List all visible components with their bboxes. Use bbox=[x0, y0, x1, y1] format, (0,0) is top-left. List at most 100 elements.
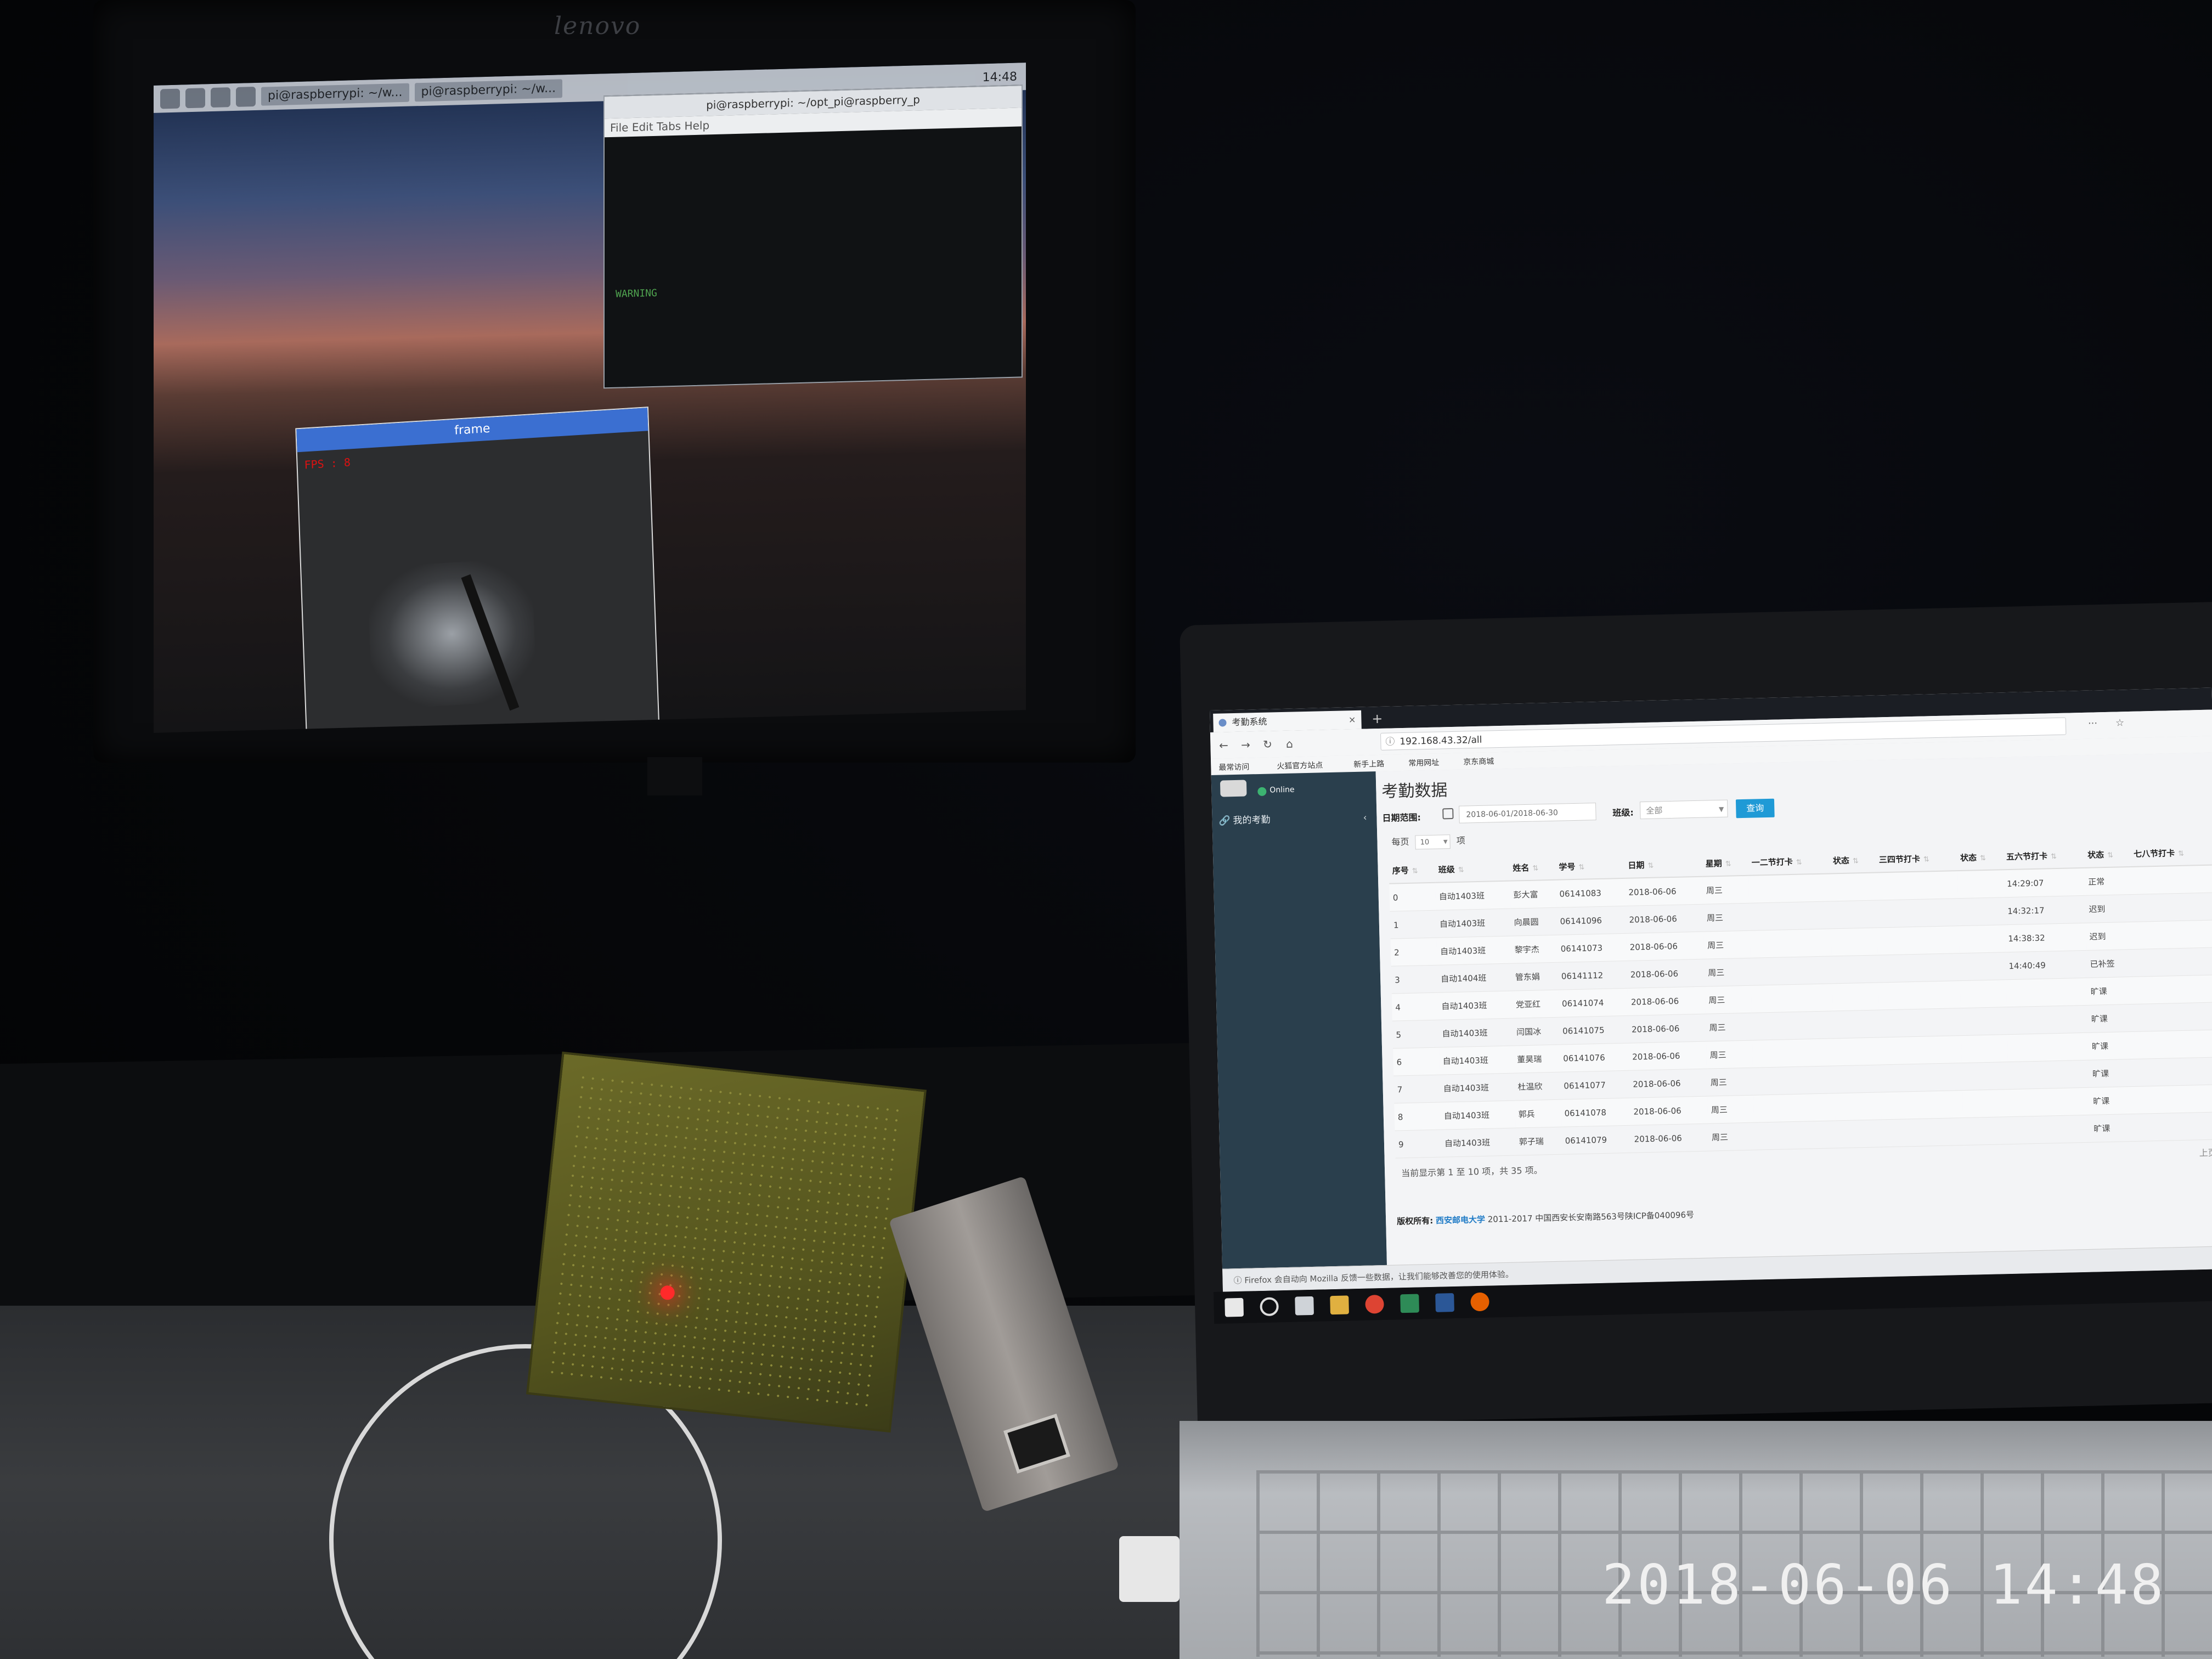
col-header[interactable]: 序号 ⇅ bbox=[1389, 856, 1436, 884]
date-range-input[interactable]: 2018-06-01/2018-06-30 bbox=[1459, 803, 1596, 823]
windows-start-icon[interactable] bbox=[1224, 1297, 1244, 1317]
bookmark-star-icon[interactable]: ☆ bbox=[2115, 717, 2125, 729]
forward-icon[interactable]: → bbox=[1238, 737, 1254, 753]
bookmark-item[interactable]: 京东商城 bbox=[1463, 755, 1494, 767]
pycharm-icon[interactable] bbox=[1400, 1294, 1419, 1313]
word-icon[interactable] bbox=[1435, 1293, 1454, 1312]
bookmark-item[interactable]: 最常访问 bbox=[1218, 761, 1249, 772]
browser-icon[interactable] bbox=[185, 88, 205, 109]
pi-task-1[interactable]: pi@raspberrypi: ~/w... bbox=[261, 83, 409, 106]
table-cell: 旷课 bbox=[2087, 977, 2134, 1006]
table-cell: 旷课 bbox=[2089, 1086, 2136, 1115]
bookmark-item[interactable]: 常用网址 bbox=[1408, 757, 1439, 769]
info-icon[interactable]: ⓘ bbox=[1385, 733, 1395, 751]
footer-school-link[interactable]: 西安邮电大学 bbox=[1436, 1215, 1485, 1226]
table-cell bbox=[1748, 873, 1831, 904]
table-cell bbox=[1831, 927, 1878, 956]
chevron-left-icon[interactable]: ‹ bbox=[1363, 809, 1367, 827]
tab-close-icon[interactable]: × bbox=[1348, 710, 1356, 729]
left-monitor: lenovo pi@raspberrypi: ~/w... pi@raspber… bbox=[93, 0, 1136, 763]
folder-icon[interactable] bbox=[211, 87, 230, 108]
file-explorer-icon[interactable] bbox=[1330, 1295, 1349, 1315]
reload-icon[interactable]: ↻ bbox=[1260, 736, 1276, 752]
new-tab-button[interactable]: + bbox=[1369, 710, 1386, 729]
prev-page-button[interactable]: 上页 bbox=[2199, 1146, 2212, 1159]
table-cell: 2018-06-06 bbox=[1628, 1041, 1707, 1071]
table-cell: 周三 bbox=[1705, 985, 1752, 1014]
table-cell: 迟到 bbox=[2085, 894, 2132, 923]
per-page-prefix: 每页 bbox=[1391, 836, 1409, 848]
table-cell: 06141112 bbox=[1558, 961, 1628, 990]
bookmark-item[interactable]: 火狐官方站点 bbox=[1277, 759, 1323, 771]
back-icon[interactable]: ← bbox=[1216, 737, 1232, 753]
query-button[interactable]: 查询 bbox=[1735, 798, 1775, 819]
mail-icon[interactable] bbox=[1295, 1296, 1314, 1316]
col-header[interactable]: 三四节打卡 ⇅ bbox=[1875, 845, 1957, 873]
chrome-icon[interactable] bbox=[1365, 1294, 1384, 1314]
table-cell: 周三 bbox=[1705, 1013, 1753, 1042]
table-cell: 自动1403班 bbox=[1440, 1073, 1515, 1103]
table-cell bbox=[1830, 900, 1877, 929]
table-cell bbox=[1960, 979, 2007, 1008]
col-header[interactable]: 星期 ⇅ bbox=[1702, 849, 1749, 877]
table-cell bbox=[2136, 1112, 2212, 1142]
table-cell bbox=[1751, 983, 1833, 1013]
table-cell: 周三 bbox=[1708, 1122, 1755, 1152]
page-length-control: 每页 10 ▼ 项 bbox=[1391, 833, 1465, 850]
terminal-window[interactable]: pi@raspberrypi: ~/opt_pi@raspberry_p Fil… bbox=[603, 84, 1023, 389]
table-cell: 自动1403班 bbox=[1439, 1046, 1514, 1075]
class-select-value: 全部 bbox=[1646, 805, 1663, 816]
col-header[interactable]: 一二节打卡 ⇅ bbox=[1748, 848, 1830, 876]
table-cell bbox=[1832, 982, 1880, 1011]
col-header[interactable]: 状态 ⇅ bbox=[2084, 841, 2131, 868]
table-cell bbox=[1751, 1011, 1834, 1041]
pi-task-2[interactable]: pi@raspberrypi: ~/w... bbox=[414, 79, 563, 102]
table-cell: 周三 bbox=[1707, 1068, 1754, 1097]
url-text: 192.168.43.32/all bbox=[1400, 734, 1482, 748]
table-cell: 自动1403班 bbox=[1435, 881, 1511, 911]
sidebar-item-my-attendance[interactable]: 🔗 我的考勤 ‹ bbox=[1218, 809, 1370, 830]
col-header[interactable]: 七八节打卡 ⇅ bbox=[2130, 839, 2212, 867]
bookmark-item[interactable]: 新手上路 bbox=[1353, 758, 1384, 770]
table-cell: 2018-06-06 bbox=[1624, 876, 1703, 906]
table-cell: 周三 bbox=[1702, 875, 1750, 905]
table-cell: 0 bbox=[1389, 882, 1436, 912]
per-page-select[interactable]: 10 ▼ bbox=[1415, 834, 1451, 850]
terminal-icon[interactable] bbox=[236, 86, 256, 107]
laptop-screen: 考勤系统 × + ← → ↻ ⌂ ⓘ 192.168.43.32/all ···… bbox=[1210, 687, 2212, 1292]
table-cell bbox=[1962, 1089, 2009, 1118]
col-header[interactable]: 日期 ⇅ bbox=[1624, 850, 1703, 878]
table-cell: 已补签 bbox=[2086, 949, 2134, 978]
table-cell bbox=[1957, 897, 2005, 926]
col-header[interactable]: 状态 ⇅ bbox=[1829, 847, 1876, 874]
raspberry-pi-desktop: pi@raspberrypi: ~/w... pi@raspberrypi: ~… bbox=[154, 63, 1026, 733]
class-select[interactable]: 全部 ▼ bbox=[1639, 799, 1728, 820]
home-icon[interactable]: ⌂ bbox=[1282, 736, 1297, 752]
table-cell: 06141078 bbox=[1561, 1098, 1631, 1127]
calendar-icon[interactable] bbox=[1442, 808, 1454, 820]
table-cell: 14:29:07 bbox=[2003, 867, 2085, 898]
table-cell: 06141073 bbox=[1557, 933, 1627, 963]
frame-window[interactable]: frame FPS : 8 bbox=[295, 407, 662, 733]
laptop-base bbox=[1180, 1421, 2212, 1659]
cortana-icon[interactable] bbox=[1260, 1297, 1279, 1317]
table-cell bbox=[1881, 1118, 1963, 1147]
table-cell: 迟到 bbox=[2085, 922, 2133, 951]
col-header[interactable]: 班级 ⇅ bbox=[1435, 855, 1510, 883]
firefox-icon[interactable] bbox=[1470, 1292, 1489, 1312]
photo-timestamp: 2018-06-06 14:48 bbox=[1602, 1553, 2166, 1617]
col-header[interactable]: 学号 ⇅ bbox=[1555, 852, 1625, 880]
help-icon: ⓘ bbox=[1233, 1275, 1245, 1286]
col-header[interactable]: 姓名 ⇅ bbox=[1509, 854, 1556, 881]
more-icon[interactable]: ··· bbox=[2088, 718, 2098, 729]
notification-text: Firefox 会自动向 Mozilla 反馈一些数据，让我们能够改善您的使用体… bbox=[1244, 1269, 1514, 1285]
table-cell bbox=[2006, 978, 2088, 1007]
table-cell: 14:32:17 bbox=[2004, 895, 2086, 925]
table-cell: 2018-06-06 bbox=[1630, 1124, 1709, 1153]
col-header[interactable]: 状态 ⇅ bbox=[1956, 844, 2004, 871]
raspberry-menu-icon[interactable] bbox=[160, 88, 180, 109]
col-header[interactable]: 五六节打卡 ⇅ bbox=[2002, 842, 2085, 870]
table-cell bbox=[1753, 1093, 1836, 1123]
table-cell: 4 bbox=[1391, 992, 1438, 1022]
pi-clock: 14:48 bbox=[982, 70, 1017, 84]
